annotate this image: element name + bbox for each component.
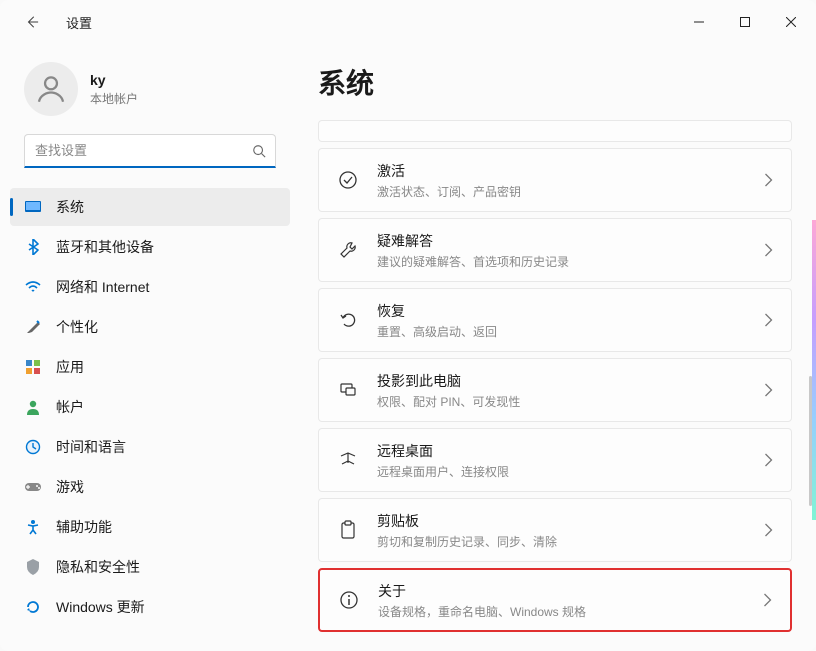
desktop-edge-decoration: [812, 220, 816, 520]
nav-label: 网络和 Internet: [56, 277, 149, 297]
brush-icon: [24, 318, 42, 336]
minimize-button[interactable]: [676, 7, 722, 37]
page-title: 系统: [310, 62, 798, 102]
card-title: 恢复: [377, 301, 746, 321]
nav-bluetooth[interactable]: 蓝牙和其他设备: [10, 228, 290, 266]
chevron-right-icon: [764, 453, 773, 467]
card-title: 剪贴板: [377, 511, 746, 531]
card-about[interactable]: 关于 设备规格，重命名电脑、Windows 规格: [318, 568, 792, 632]
back-button[interactable]: [18, 8, 46, 36]
profile-block[interactable]: ky 本地帐户: [0, 48, 300, 134]
app-title: 设置: [66, 13, 92, 32]
card-project[interactable]: 投影到此电脑 权限、配对 PIN、可发现性: [318, 358, 792, 422]
card-subtitle: 远程桌面用户、连接权限: [377, 463, 746, 480]
wifi-icon: [24, 278, 42, 296]
card-title: 远程桌面: [377, 441, 746, 461]
clipboard-icon: [337, 519, 359, 541]
nav-system[interactable]: 系统: [10, 188, 290, 226]
close-button[interactable]: [768, 7, 814, 37]
avatar-icon: [24, 62, 78, 116]
nav-label: 辅助功能: [56, 517, 112, 537]
card-title: 疑难解答: [377, 231, 746, 251]
card-subtitle: 设备规格，重命名电脑、Windows 规格: [378, 603, 745, 620]
nav-time[interactable]: 时间和语言: [10, 428, 290, 466]
card-clipboard[interactable]: 剪贴板 剪切和复制历史记录、同步、清除: [318, 498, 792, 562]
card-activation[interactable]: 激活 激活状态、订阅、产品密钥: [318, 148, 792, 212]
card-subtitle: 权限、配对 PIN、可发现性: [377, 393, 746, 410]
card-subtitle: 重置、高级启动、返回: [377, 323, 746, 340]
check-circle-icon: [337, 169, 359, 191]
nav-label: 个性化: [56, 317, 98, 337]
nav-label: 系统: [56, 197, 84, 217]
chevron-right-icon: [764, 383, 773, 397]
nav-update[interactable]: Windows 更新: [10, 588, 290, 626]
nav-label: 帐户: [56, 397, 84, 417]
card-title: 激活: [377, 161, 746, 181]
recovery-icon: [337, 309, 359, 331]
chevron-right-icon: [764, 173, 773, 187]
project-icon: [337, 379, 359, 401]
chevron-right-icon: [763, 593, 772, 607]
nav-label: 应用: [56, 357, 84, 377]
gamepad-icon: [24, 478, 42, 496]
nav-personalize[interactable]: 个性化: [10, 308, 290, 346]
nav-privacy[interactable]: 隐私和安全性: [10, 548, 290, 586]
nav-label: 隐私和安全性: [56, 557, 140, 577]
card-remote[interactable]: 远程桌面 远程桌面用户、连接权限: [318, 428, 792, 492]
nav-accessibility[interactable]: 辅助功能: [10, 508, 290, 546]
search-icon: [252, 144, 266, 158]
card-troubleshoot[interactable]: 疑难解答 建议的疑难解答、首选项和历史记录: [318, 218, 792, 282]
nav-gaming[interactable]: 游戏: [10, 468, 290, 506]
wrench-icon: [337, 239, 359, 261]
nav-label: 时间和语言: [56, 437, 126, 457]
profile-name: ky: [90, 72, 138, 88]
search-input[interactable]: [24, 134, 276, 168]
clock-globe-icon: [24, 438, 42, 456]
profile-subtitle: 本地帐户: [90, 90, 138, 107]
chevron-right-icon: [764, 313, 773, 327]
apps-icon: [24, 358, 42, 376]
accessibility-icon: [24, 518, 42, 536]
chevron-right-icon: [764, 523, 773, 537]
nav-label: Windows 更新: [56, 597, 145, 617]
card-title: 投影到此电脑: [377, 371, 746, 391]
system-icon: [24, 198, 42, 216]
maximize-button[interactable]: [722, 7, 768, 37]
card-subtitle: 激活状态、订阅、产品密钥: [377, 183, 746, 200]
card-recovery[interactable]: 恢复 重置、高级启动、返回: [318, 288, 792, 352]
nav-network[interactable]: 网络和 Internet: [10, 268, 290, 306]
info-icon: [338, 589, 360, 611]
chevron-right-icon: [764, 243, 773, 257]
card-title: 关于: [378, 581, 745, 601]
remote-desktop-icon: [337, 449, 359, 471]
nav-apps[interactable]: 应用: [10, 348, 290, 386]
card-partial-previous[interactable]: [318, 120, 792, 142]
nav-label: 蓝牙和其他设备: [56, 237, 154, 257]
shield-icon: [24, 558, 42, 576]
account-icon: [24, 398, 42, 416]
nav-accounts[interactable]: 帐户: [10, 388, 290, 426]
card-subtitle: 建议的疑难解答、首选项和历史记录: [377, 253, 746, 270]
update-icon: [24, 598, 42, 616]
card-subtitle: 剪切和复制历史记录、同步、清除: [377, 533, 746, 550]
bluetooth-icon: [24, 238, 42, 256]
nav-label: 游戏: [56, 477, 84, 497]
